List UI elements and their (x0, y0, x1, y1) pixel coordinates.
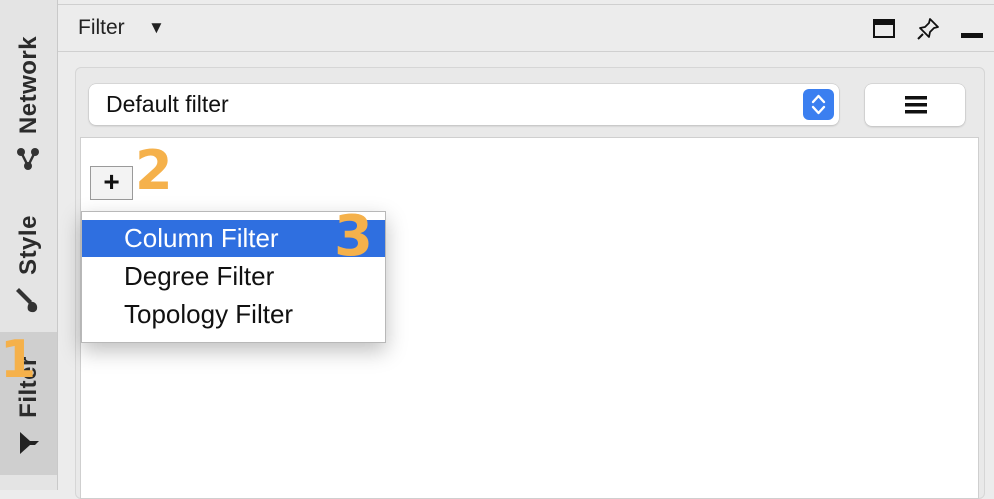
pin-icon[interactable] (916, 17, 940, 41)
panel-title[interactable]: Filter (78, 16, 125, 40)
tab-network[interactable]: Network (0, 0, 57, 200)
step-marker-3: 3 (334, 204, 373, 269)
brush-icon (16, 288, 38, 313)
step-marker-2: 2 (135, 139, 173, 202)
filter-icon (20, 432, 39, 454)
options-menu-button[interactable] (865, 84, 965, 126)
panel-header: Filter ▼ (58, 4, 994, 52)
panel-menu-caret[interactable]: ▼ (148, 18, 165, 38)
menu-item-topology-filter[interactable]: Topology Filter (82, 296, 385, 333)
side-tab-strip: Network Style Filter 1 (0, 0, 58, 490)
maximize-icon[interactable] (872, 17, 896, 41)
hamburger-icon (905, 96, 927, 114)
tab-network-label: Network (14, 35, 42, 135)
minimize-icon[interactable] (960, 17, 984, 41)
filter-select-value: Default filter (106, 91, 229, 117)
step-marker-1: 1 (0, 330, 37, 390)
filter-select[interactable]: Default filter (89, 84, 839, 125)
add-filter-button[interactable]: + (90, 166, 133, 200)
tab-style[interactable]: Style (0, 200, 57, 332)
tab-style-label: Style (14, 215, 42, 275)
network-icon (17, 148, 39, 170)
select-stepper-icon[interactable] (803, 89, 834, 120)
